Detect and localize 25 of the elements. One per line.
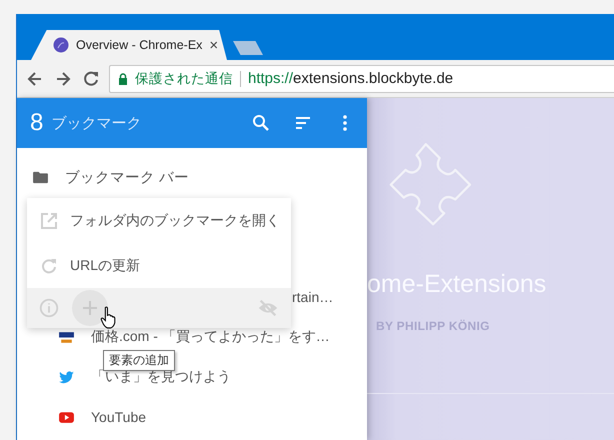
- bookmark-count: 8: [30, 109, 44, 137]
- menu-item[interactable]: URLの更新: [27, 243, 291, 288]
- tooltip: 要素の追加: [103, 350, 175, 371]
- tab-title: Overview - Chrome-Ex: [76, 38, 202, 52]
- folder-label: ブックマーク バー: [65, 168, 190, 186]
- search-icon[interactable]: [251, 113, 271, 133]
- bookmark-label: YouTube: [91, 409, 146, 425]
- add-button[interactable]: [72, 290, 108, 326]
- bookmark-label: 価格.com - 「買ってよかった」をす…: [91, 328, 330, 346]
- url-text: https://extensions.blockbyte.de: [248, 70, 454, 87]
- security-label: 保護された通信: [135, 70, 233, 88]
- address-bar[interactable]: 保護された通信 https://extensions.blockbyte.de: [109, 64, 614, 92]
- bookmark-label[interactable]: rtain…: [292, 289, 334, 305]
- sidebar-title: ブックマーク: [51, 114, 142, 132]
- menu-item[interactable]: フォルダ内のブックマークを開く: [27, 198, 291, 243]
- globe-icon: [53, 37, 69, 53]
- bird-icon: [58, 368, 75, 386]
- external-link-icon: [40, 212, 58, 230]
- close-button[interactable]: ×: [209, 36, 218, 54]
- hand-cursor-icon: [100, 306, 117, 329]
- refresh-icon: [40, 256, 58, 274]
- folder-icon: [33, 170, 48, 184]
- lock-icon: [118, 72, 128, 84]
- browser-tab[interactable]: Overview - Chrome-Ex ×: [31, 30, 227, 60]
- reload-icon[interactable]: [81, 68, 101, 88]
